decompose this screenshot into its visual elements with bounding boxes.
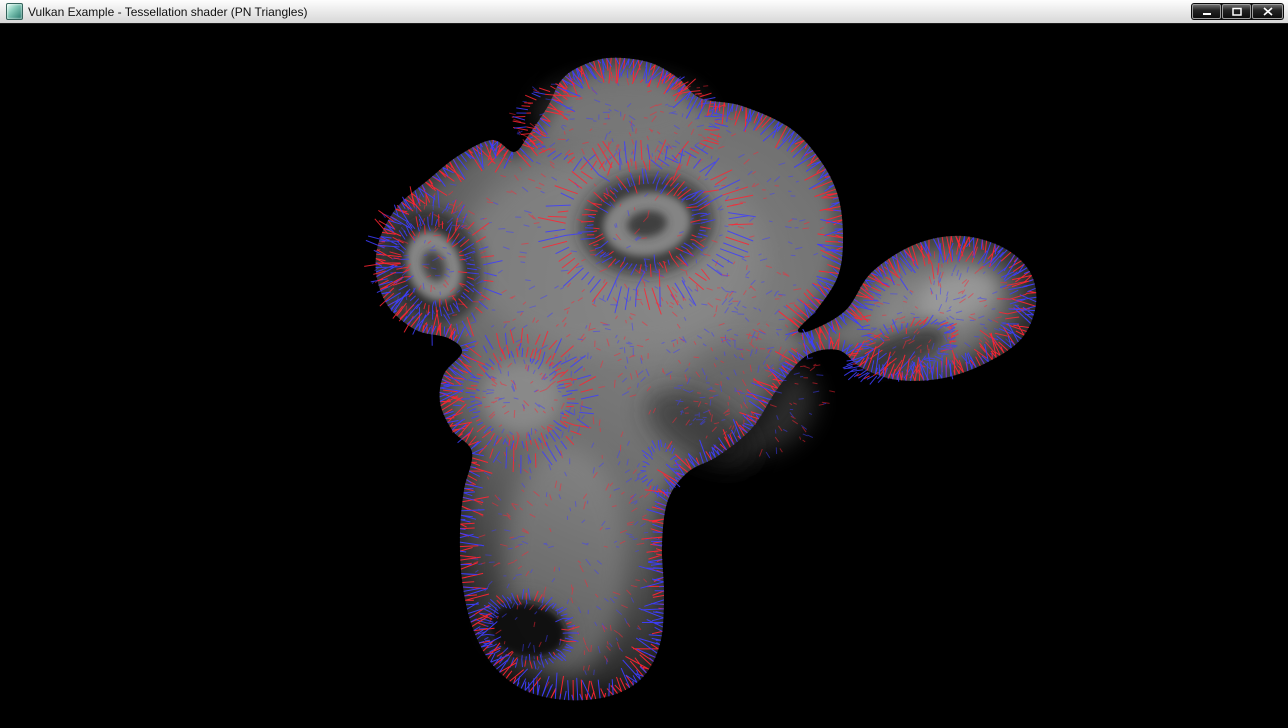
render-viewport[interactable] <box>0 25 1288 728</box>
app-window: Vulkan Example - Tessellation shader (PN… <box>0 0 1288 728</box>
scene-svg <box>0 25 1288 728</box>
minimize-button[interactable] <box>1192 4 1221 19</box>
minimize-icon <box>1202 7 1212 16</box>
maximize-button[interactable] <box>1222 4 1251 19</box>
maximize-icon <box>1232 7 1242 16</box>
titlebar[interactable]: Vulkan Example - Tessellation shader (PN… <box>0 0 1288 24</box>
window-title: Vulkan Example - Tessellation shader (PN… <box>28 5 1191 19</box>
close-icon <box>1263 7 1273 16</box>
vulkan-app-icon[interactable] <box>6 3 23 20</box>
window-controls <box>1191 3 1284 20</box>
close-button[interactable] <box>1252 4 1283 19</box>
